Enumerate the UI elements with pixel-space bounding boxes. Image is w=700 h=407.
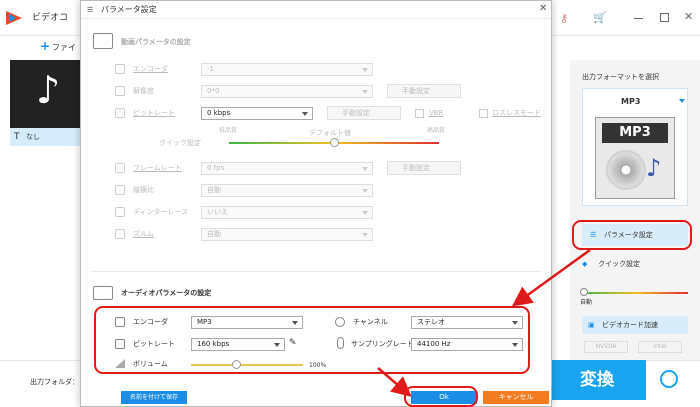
arrow-to-ok [377, 367, 412, 397]
arrow-to-audio [511, 248, 591, 307]
annotation-arrows [377, 248, 591, 397]
